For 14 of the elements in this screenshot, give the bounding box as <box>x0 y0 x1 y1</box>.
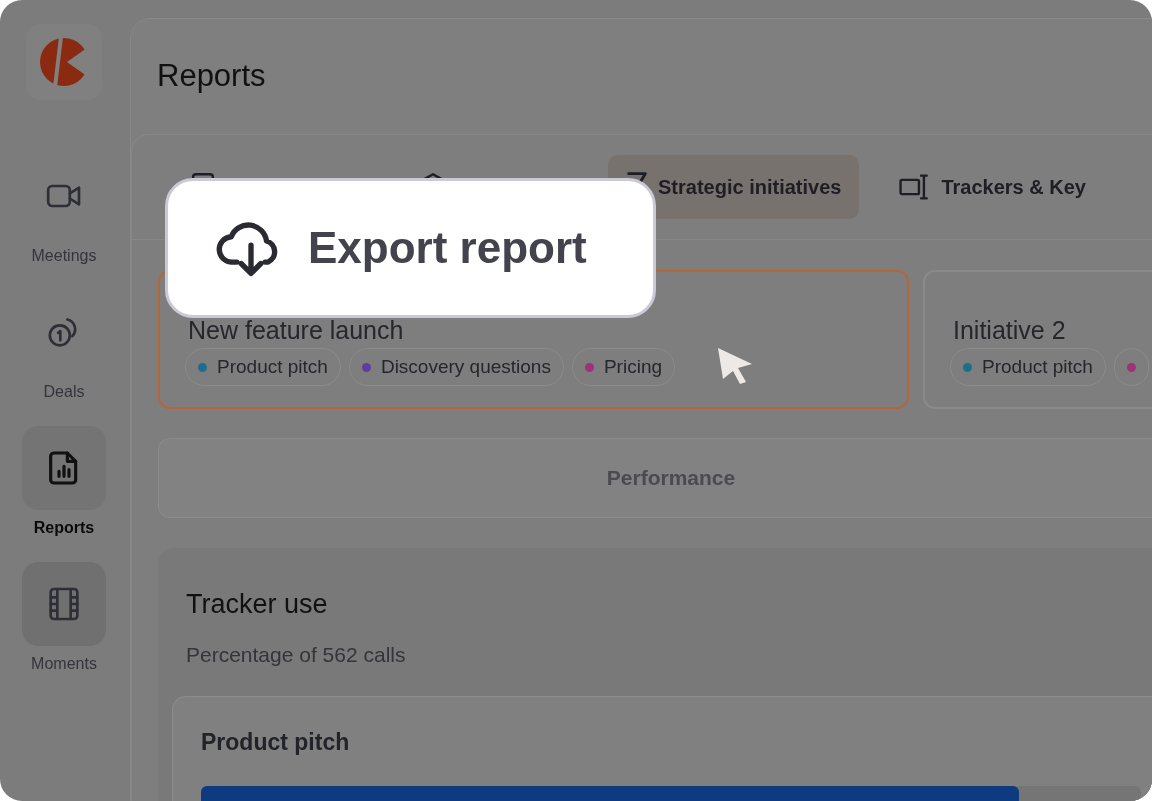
tracker-name: Product pitch <box>201 728 351 757</box>
section-title: Tracker use <box>186 588 329 621</box>
nav-item[interactable]: Meetings <box>22 154 106 268</box>
tab[interactable]: Trackers & Key <box>879 155 1104 219</box>
initiative-title: Initiative 2 <box>953 315 1067 346</box>
nav-item[interactable]: Deals <box>22 290 106 404</box>
section-subtitle: Percentage of 562 calls <box>186 641 407 668</box>
initiative-card[interactable]: Initiative 2 Product pitch <box>923 270 1152 409</box>
performance-button[interactable]: Performance <box>158 438 1152 518</box>
app-logo[interactable] <box>26 24 102 100</box>
export-report-tooltip[interactable]: Export report <box>165 178 656 318</box>
page-title: Reports <box>157 57 266 96</box>
cursor-icon <box>716 346 754 386</box>
initiative-title: New feature launch <box>188 315 405 346</box>
